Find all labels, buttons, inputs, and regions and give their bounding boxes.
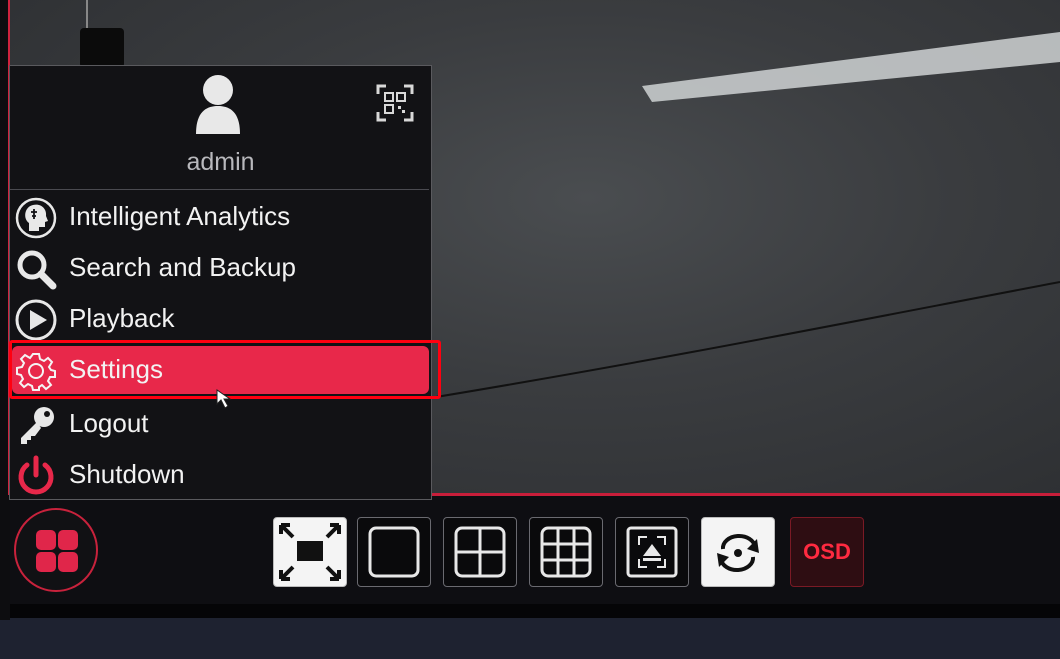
main-menu-panel: admin Intelligent Analytics Search and B… [9,65,432,500]
mouse-cursor-icon [216,389,232,409]
grid-icon-square [36,552,56,572]
menu-item-label: Shutdown [69,459,185,489]
fullscreen-button[interactable] [273,517,347,587]
menu-item-playback[interactable]: Playback [12,295,429,343]
key-icon [21,407,54,444]
quad-view-icon [454,526,506,578]
menu-item-label: Settings [69,354,163,384]
nine-view-button[interactable] [529,517,603,587]
menu-item-label: Search and Backup [69,252,296,282]
search-icon [17,250,57,290]
single-view-button[interactable] [357,517,431,587]
analytics-head-icon [15,197,57,239]
menu-item-search-and-backup[interactable]: Search and Backup [12,244,429,292]
menu-item-settings[interactable]: Settings [12,346,429,394]
menu-item-intelligent-analytics[interactable]: Intelligent Analytics [12,193,429,241]
rotate-icon [717,534,759,572]
grid-icon-square [58,552,78,572]
gear-icon [16,353,56,391]
rotate-button[interactable] [701,517,775,587]
user-name: admin [186,148,255,176]
osd-label: OSD [803,539,851,564]
osd-button[interactable]: OSD [790,517,864,587]
grid-icon-square [58,530,78,550]
menu-item-label: Intelligent Analytics [69,201,291,231]
nine-view-icon [540,526,592,578]
quad-view-button[interactable] [443,517,517,587]
menu-item-label: Logout [69,408,149,438]
menu-item-shutdown[interactable]: Shutdown [12,451,429,499]
menu-item-label: Playback [69,303,175,333]
single-view-icon [368,526,420,578]
user-block: admin [10,66,431,190]
toolbar-base [10,604,1060,618]
power-icon [18,455,54,495]
menu-divider [10,189,429,190]
qr-code-icon[interactable] [376,84,414,122]
grid-icon [36,530,56,550]
main-menu-button[interactable] [14,508,98,592]
play-circle-icon [15,299,57,341]
sequence-icon [626,526,678,578]
sequence-button[interactable] [615,517,689,587]
fullscreen-icon [279,523,341,581]
user-avatar-icon [196,75,240,134]
